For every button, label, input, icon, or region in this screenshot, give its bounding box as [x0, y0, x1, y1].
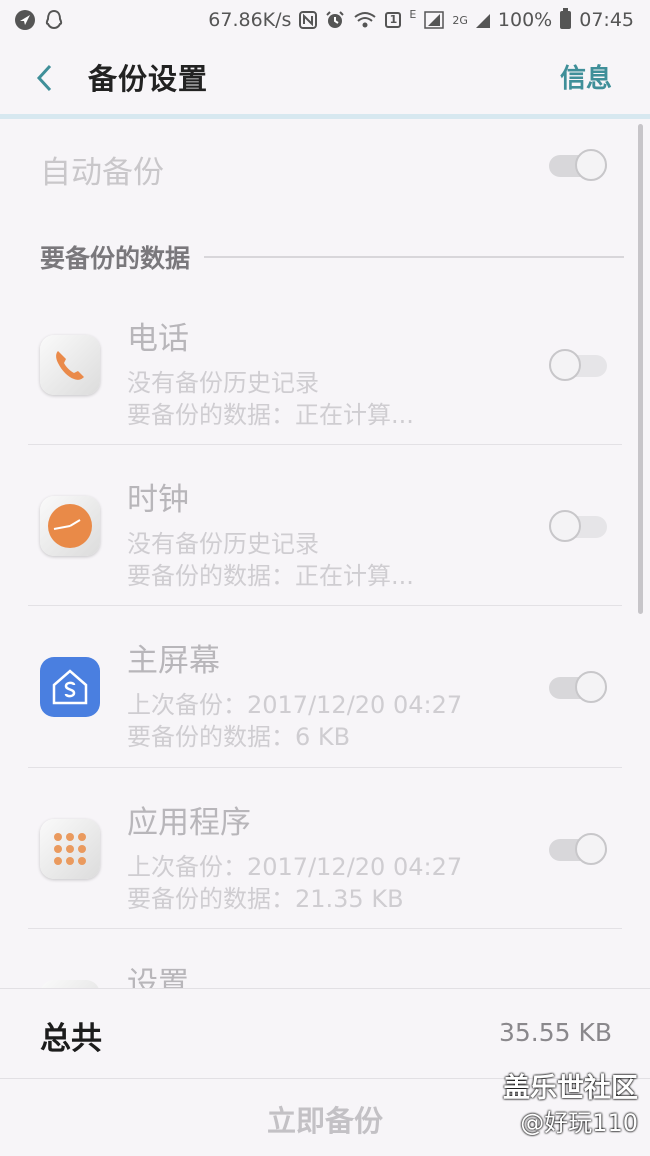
backup-data-size: 要备份的数据：正在计算...: [127, 401, 414, 429]
phone-icon: [40, 335, 100, 395]
navigation-app-icon: [14, 9, 36, 31]
battery-percent: 100%: [497, 9, 553, 31]
auto-backup-row[interactable]: 自动备份: [0, 119, 650, 219]
apps-grid-icon: [40, 819, 100, 879]
home-screen-backup-toggle[interactable]: [549, 671, 607, 703]
qq-icon: [44, 9, 64, 31]
app-row-phone[interactable]: 电话 没有备份历史记录 要备份的数据：正在计算...: [0, 285, 650, 446]
app-name: 设置: [127, 966, 189, 989]
app-row-settings[interactable]: 设置: [0, 930, 650, 989]
last-backup: 上次备份：2017/12/20 04:27: [127, 853, 463, 881]
section-title: 要备份的数据: [40, 244, 191, 273]
app-row-clock[interactable]: 时钟 没有备份历史记录 要备份的数据：正在计算...: [0, 446, 650, 607]
app-row-apps[interactable]: 应用程序 上次备份：2017/12/20 04:27 要备份的数据：21.35 …: [0, 769, 650, 930]
total-value: 35.55 KB: [498, 1018, 612, 1047]
apps-backup-toggle[interactable]: [549, 833, 607, 865]
row-divider: [28, 605, 622, 606]
app-name: 时钟: [127, 482, 189, 518]
nfc-icon: [299, 11, 318, 29]
network-type-2g: 2G: [452, 13, 468, 27]
network-type-e: E: [409, 8, 417, 21]
section-divider: [204, 256, 624, 258]
backup-data-size: 要备份的数据：21.35 KB: [127, 885, 404, 913]
backup-data-size: 要备份的数据：正在计算...: [127, 562, 414, 590]
clock-backup-toggle[interactable]: [549, 510, 607, 542]
status-bar: 67.86K/s 1 E 2G 100% 07:45: [0, 0, 650, 40]
clock-time: 07:45: [579, 9, 634, 31]
auto-backup-label: 自动备份: [40, 155, 164, 191]
last-backup: 上次备份：2017/12/20 04:27: [127, 691, 463, 719]
signal-2g-icon: [475, 12, 490, 28]
row-divider: [28, 928, 622, 929]
phone-backup-toggle[interactable]: [549, 349, 607, 381]
page-title: 备份设置: [88, 62, 209, 96]
auto-backup-toggle[interactable]: [549, 149, 607, 181]
row-divider: [28, 767, 622, 768]
scrollbar[interactable]: [638, 124, 643, 614]
backup-data-size: 要备份的数据：6 KB: [127, 723, 351, 751]
app-bar: 备份设置 信息: [0, 40, 650, 116]
footer-divider: [0, 988, 650, 989]
home-screen-icon: [40, 657, 100, 717]
clock-icon: [40, 496, 100, 556]
battery-icon: [560, 8, 572, 29]
app-name: 主屏幕: [127, 643, 220, 679]
app-name: 应用程序: [127, 805, 251, 841]
app-row-home-screen[interactable]: 主屏幕 上次备份：2017/12/20 04:27 要备份的数据：6 KB: [0, 607, 650, 768]
backup-history: 没有备份历史记录: [127, 530, 319, 558]
sim-badge: 1: [385, 12, 402, 28]
network-speed: 67.86K/s: [208, 9, 292, 31]
settings-list: 自动备份 要备份的数据 电话 没有备份历史记录 要备份的数据：正在计算... 时…: [0, 119, 650, 989]
section-header: 要备份的数据: [40, 237, 624, 277]
wifi-icon: [353, 11, 377, 29]
row-divider: [28, 444, 622, 445]
watermark-community: 盖乐世社区: [503, 1073, 638, 1104]
info-button[interactable]: 信息: [560, 58, 612, 95]
total-label: 总共: [40, 1021, 102, 1057]
back-icon[interactable]: [30, 60, 60, 96]
app-name: 电话: [127, 321, 189, 357]
watermark-author: @好玩110: [520, 1109, 638, 1137]
alarm-icon: [325, 10, 345, 30]
backup-history: 没有备份历史记录: [127, 369, 319, 397]
signal-icon: [424, 11, 445, 29]
